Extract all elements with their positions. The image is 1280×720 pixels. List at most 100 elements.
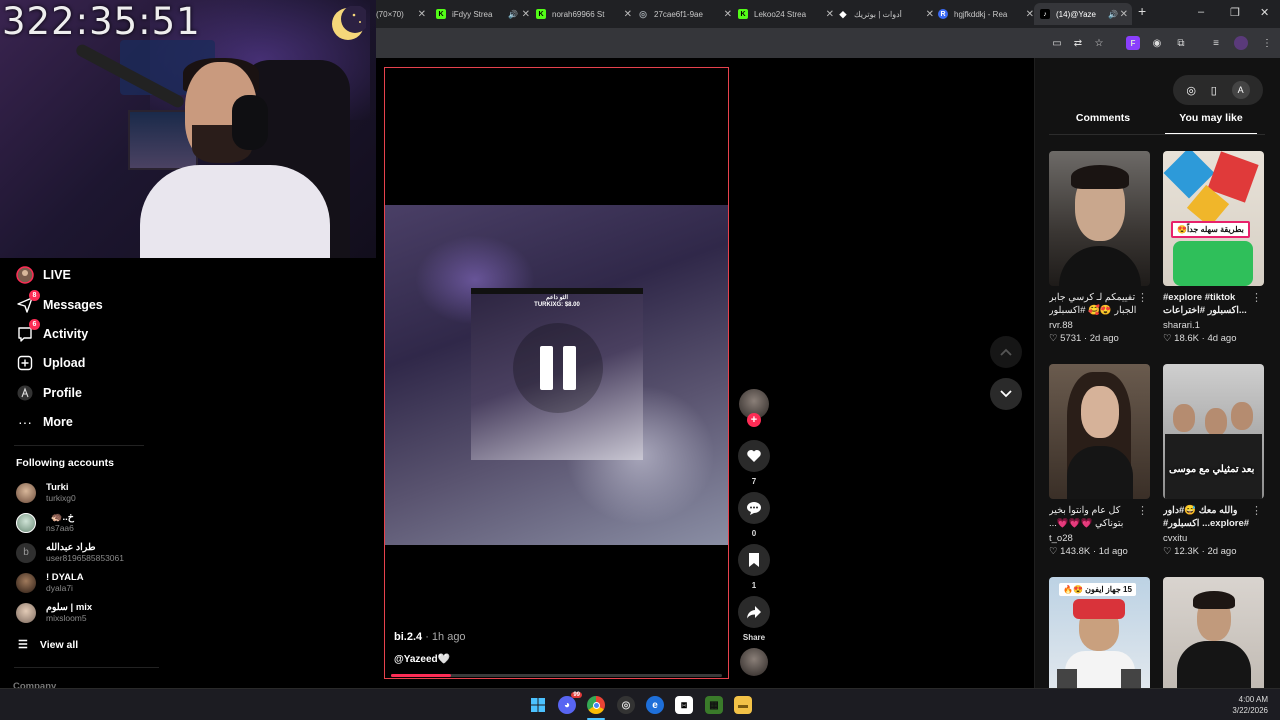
profile-avatar-icon[interactable] <box>1234 36 1248 50</box>
close-icon[interactable]: ✕ <box>826 9 834 20</box>
view-all-label: View all <box>39 638 79 651</box>
video-card[interactable]: بطريقة سهله جداً😍 #explore #tiktok اكسبل… <box>1163 151 1264 344</box>
extension-f-icon[interactable]: F <box>1126 36 1140 50</box>
bookmark-star-icon[interactable]: ☆ <box>1092 36 1106 50</box>
minecraft-icon[interactable]: ▦ <box>705 696 723 714</box>
translate-icon[interactable]: ⇄ <box>1071 36 1085 50</box>
account-username: ns7aa6 <box>46 523 74 533</box>
comment-button[interactable] <box>738 492 770 524</box>
share-button[interactable] <box>738 596 770 628</box>
video-thumbnail: بعد تمثيلي مع موسى <box>1163 364 1264 499</box>
sidebar-item-more[interactable]: ··· More <box>16 411 73 433</box>
video-card[interactable]: بعد تمثيلي مع موسى والله معك 😅#داور #exp… <box>1163 364 1264 557</box>
pause-button[interactable] <box>513 323 603 413</box>
follow-plus-button[interactable]: + <box>747 413 761 427</box>
browser-tab-bar: (70×70) ✕ K iFdyy Strea 🔊 ✕ K norah69966… <box>376 0 1280 28</box>
browser-tab[interactable]: K iFdyy Strea 🔊 ✕ <box>436 3 534 25</box>
close-icon[interactable]: ✕ <box>1026 9 1034 20</box>
file-explorer-icon[interactable]: ▬ <box>734 696 752 714</box>
windows-start-icon[interactable] <box>529 696 547 714</box>
compass-icon[interactable]: ◎ <box>1186 84 1196 97</box>
speaker-icon[interactable]: 🔊 <box>508 10 518 19</box>
video-progress-bar[interactable] <box>391 674 722 677</box>
video-thumbnail <box>1163 577 1264 688</box>
card-age: 2d ago <box>1089 333 1119 344</box>
kick-icon: K <box>436 9 446 19</box>
phone-icon[interactable]: ▯ <box>1211 84 1217 97</box>
new-tab-button[interactable]: + <box>1138 3 1146 19</box>
close-icon[interactable]: ✕ <box>522 9 530 20</box>
profile-avatar-icon[interactable]: A <box>1231 81 1250 99</box>
more-options-icon[interactable]: ⋮ <box>1137 291 1148 304</box>
account-username: user8196585853061 <box>46 553 124 563</box>
following-account[interactable]: Turki turkixg0 <box>16 482 76 503</box>
save-button[interactable] <box>738 544 770 576</box>
close-icon[interactable]: ✕ <box>926 9 934 20</box>
edge-icon[interactable]: e <box>646 696 664 714</box>
close-icon[interactable]: ✕ <box>418 9 426 20</box>
browser-tab[interactable]: K Lekoo24 Strea ✕ <box>738 3 838 25</box>
browser-tab[interactable]: ◆ أدوات | بوتريك ✕ <box>838 3 938 25</box>
video-card[interactable]: كل عام وانتوا بخير بتوناكي 💗💗💗... t_o28 … <box>1049 364 1150 557</box>
tiktok-sidebar: LIVE 8 Messages 6 Activity Upload Profil… <box>0 258 376 695</box>
close-icon[interactable]: ✕ <box>624 9 632 20</box>
kebab-menu-icon[interactable]: ⋮ <box>1260 36 1274 50</box>
tab-title: iFdyy Strea <box>452 9 493 19</box>
sidebar-item-profile[interactable]: Profile <box>16 382 82 404</box>
discord-icon[interactable]: ◕ 99 <box>558 692 582 714</box>
close-window-button[interactable]: ✕ <box>1260 6 1269 19</box>
speaker-icon[interactable]: 🔊 <box>1108 10 1118 19</box>
sidebar-item-live[interactable]: LIVE <box>16 264 71 286</box>
video-card[interactable] <box>1163 577 1264 688</box>
more-options-icon[interactable]: ⋮ <box>1137 504 1148 517</box>
minimize-button[interactable]: – <box>1198 6 1204 18</box>
sidebar-item-label: More <box>43 415 73 429</box>
sidebar-item-messages[interactable]: 8 Messages <box>16 290 103 316</box>
system-clock[interactable]: 4:00 AM 3/22/2026 <box>1232 694 1268 716</box>
extension-cookie-icon[interactable]: ◉ <box>1150 36 1164 50</box>
browser-tab[interactable]: (70×70) ✕ <box>376 3 430 25</box>
donation-title: الثو داعم <box>546 295 568 301</box>
previous-video-button[interactable] <box>990 336 1022 368</box>
music-disc-avatar[interactable] <box>740 648 768 676</box>
following-account[interactable]: خ..🦔 ns7aa6 <box>16 512 74 533</box>
more-options-icon[interactable]: ⋮ <box>1251 504 1262 517</box>
like-button[interactable] <box>738 440 770 472</box>
kick-icon: K <box>738 9 748 19</box>
obs-icon[interactable]: ◎ <box>617 696 635 714</box>
video-author[interactable]: bi.2.4 · 1h ago <box>394 631 466 643</box>
video-card[interactable]: تفييمكم لـ كرسي جابر الجبار 😍🥰 #اكسبلور … <box>1049 151 1150 344</box>
close-icon[interactable]: ✕ <box>1120 9 1128 20</box>
following-account[interactable]: b طراد عبدالله user8196585853061 <box>16 542 124 563</box>
video-caption: @Yazeed🤍 <box>394 654 451 665</box>
extensions-puzzle-icon[interactable]: ⧉ <box>1174 36 1188 50</box>
card-title: #explore #tiktok اكسبلور #اختراعات... <box>1163 292 1247 316</box>
view-all-button[interactable]: ☰ View all <box>18 638 79 652</box>
tab-you-may-like[interactable]: You may like <box>1157 112 1265 124</box>
video-player[interactable]: الثو داعم TURKIXG: $8.00 bi.2.4 · 1h ago… <box>384 67 729 679</box>
browser-tab[interactable]: R hgjfkddkj - Rea ✕ <box>938 3 1038 25</box>
sidebar-item-activity[interactable]: 6 Activity <box>16 319 88 345</box>
maximize-button[interactable]: ❐ <box>1230 6 1240 19</box>
more-options-icon[interactable]: ⋮ <box>1251 291 1262 304</box>
capcut-icon[interactable]: ⧈ <box>675 696 693 714</box>
live-avatar-icon <box>16 266 34 284</box>
tab-comments[interactable]: Comments <box>1049 112 1157 124</box>
browser-tab-active[interactable]: ♪ (14)@Yaze 🔊 ✕ <box>1034 3 1132 25</box>
cast-icon[interactable]: ▭ <box>1050 36 1064 50</box>
media-controls-icon[interactable]: ≡ <box>1209 36 1223 50</box>
browser-tab[interactable]: K norah69966 St ✕ <box>536 3 636 25</box>
card-likes: 5731 <box>1060 333 1082 344</box>
inbox-icon: 6 <box>16 319 40 343</box>
next-video-button[interactable] <box>990 378 1022 410</box>
browser-tab[interactable]: ◎ 27cae6f1-9ae ✕ <box>638 3 736 25</box>
following-account[interactable]: ! DYALA dyala7i <box>16 572 84 593</box>
close-icon[interactable]: ✕ <box>724 9 732 20</box>
r-logo-icon: R <box>938 9 948 19</box>
chrome-icon[interactable] <box>587 696 605 714</box>
save-count: 1 <box>751 581 757 590</box>
video-card[interactable]: 15 جهاز ايفون 😍🔥 <box>1049 577 1150 688</box>
windows-taskbar: ◕ 99 ◎ e ⧈ ▦ ▬ 4:00 AM 3/22/2026 <box>0 688 1280 720</box>
sidebar-item-upload[interactable]: Upload <box>16 352 85 374</box>
following-account[interactable]: سلوم | mix mixsloom5 <box>16 602 92 623</box>
